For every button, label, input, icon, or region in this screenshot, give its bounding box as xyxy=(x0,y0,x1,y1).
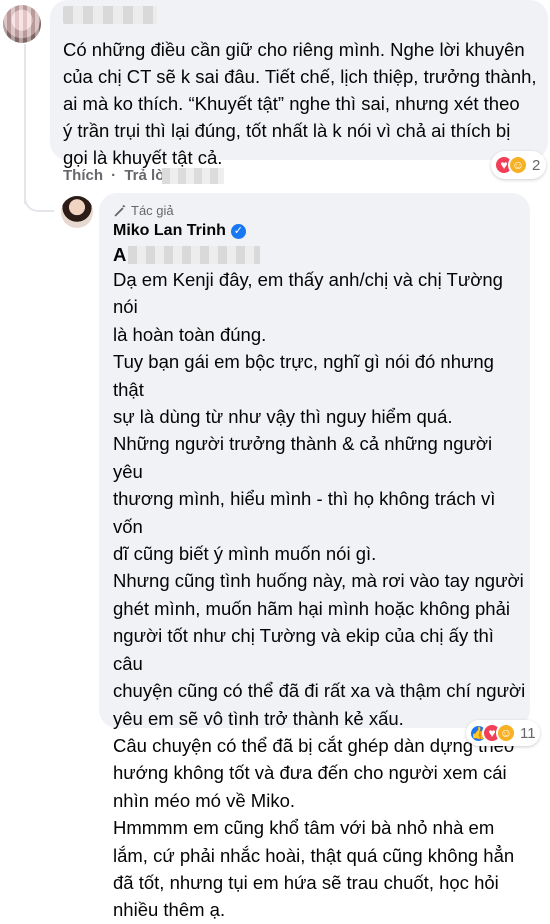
author-name[interactable]: Miko Lan Trinh ✓ xyxy=(113,222,246,240)
addressee-redacted xyxy=(128,246,260,264)
commenter-avatar[interactable] xyxy=(3,5,41,43)
commenter-name-redacted[interactable] xyxy=(63,6,157,24)
haha-reaction-icon: ☺ xyxy=(508,155,528,175)
author-badge: Tác giả xyxy=(113,203,174,218)
haha-reaction-icon: ☺ xyxy=(496,723,516,743)
reaction-count: 11 xyxy=(520,724,536,742)
reply-text: Dạ em Kenji đây, em thấy anh/chị và chị … xyxy=(113,269,526,921)
comment-reactions[interactable]: ♥ ☺ 2 xyxy=(491,151,547,179)
avatar-redaction xyxy=(3,5,41,43)
author-avatar[interactable] xyxy=(61,196,93,228)
badge-label: Tác giả xyxy=(131,203,174,218)
comment-actions: Thích · Trả lời xyxy=(63,167,174,184)
thread-connector xyxy=(24,188,54,212)
reaction-count: 2 xyxy=(532,156,541,174)
verified-icon: ✓ xyxy=(230,223,246,239)
comment-text: Có những điều cần giữ cho riêng mình. Ng… xyxy=(63,39,537,168)
like-link[interactable]: Thích xyxy=(63,167,103,184)
reply-reactions[interactable]: 👍 ♥ ☺ 11 xyxy=(466,720,540,746)
action-separator: · xyxy=(111,167,117,184)
addressee-initial: A xyxy=(113,244,127,265)
author-name-label: Miko Lan Trinh xyxy=(113,222,226,239)
pencil-icon xyxy=(114,204,126,216)
thread-line xyxy=(24,44,26,204)
timestamp-redacted xyxy=(162,168,224,184)
